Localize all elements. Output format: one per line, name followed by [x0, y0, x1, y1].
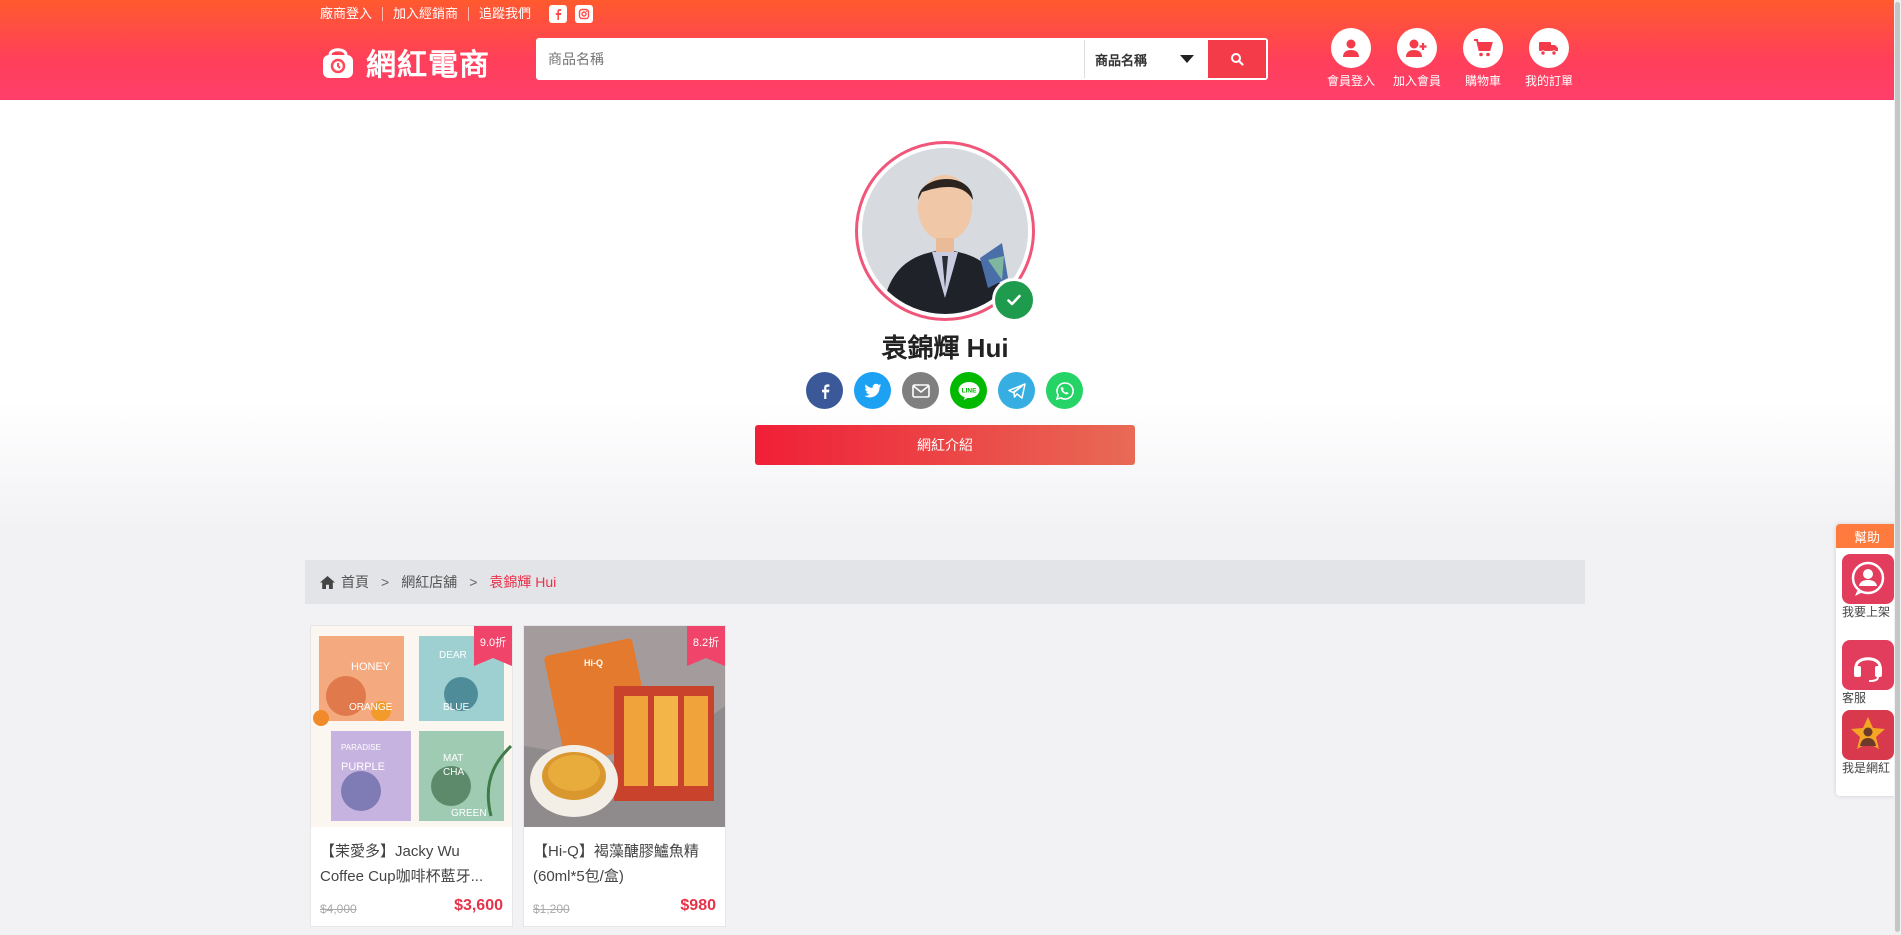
- list-product-label: 我要上架: [1842, 605, 1891, 619]
- my-orders-label: 我的訂單: [1524, 74, 1573, 88]
- logo-text: 網紅電商: [366, 49, 490, 82]
- home-icon: [320, 575, 335, 589]
- image-text-green: GREEN: [451, 808, 487, 819]
- line-icon[interactable]: LINE: [950, 372, 987, 409]
- verified-check-icon: [992, 278, 1036, 322]
- telegram-icon[interactable]: [998, 372, 1035, 409]
- product-original-price: $4,000: [320, 902, 357, 916]
- image-text-mat: MAT: [443, 753, 463, 764]
- help-sidebar: 幫助 我要上架 客服 我是網紅: [1836, 524, 1898, 796]
- i-am-influencer-button[interactable]: 我是網紅: [1842, 710, 1894, 775]
- breadcrumb-home[interactable]: 首頁: [341, 572, 369, 592]
- breadcrumb: 首頁 > 網紅店舖 > 袁錦輝 Hui: [305, 560, 1585, 604]
- profile-name: 袁錦輝 Hui: [881, 333, 1009, 363]
- image-text-blue: BLUE: [443, 702, 469, 713]
- facebook-icon[interactable]: [806, 372, 843, 409]
- search-bar: 商品名稱: [536, 38, 1268, 80]
- facebook-icon[interactable]: [549, 5, 568, 23]
- instagram-icon[interactable]: [575, 5, 594, 23]
- whatsapp-icon[interactable]: [1046, 372, 1083, 409]
- search-category-value: 商品名稱: [1095, 52, 1148, 68]
- twitter-icon[interactable]: [854, 372, 891, 409]
- top-links: 廠商登入 加入經銷商 追蹤我們: [320, 4, 594, 24]
- site-logo[interactable]: 網紅電商: [320, 40, 490, 84]
- product-title[interactable]: 【Hi-Q】褐藻醣膠鱸魚精(60ml*5包/盒): [533, 839, 719, 887]
- join-member-label: 加入會員: [1392, 74, 1441, 88]
- i-am-influencer-label: 我是網紅: [1842, 761, 1891, 775]
- user-icon: [1331, 28, 1371, 68]
- search-input[interactable]: [538, 40, 1084, 78]
- svg-text:LINE: LINE: [961, 387, 976, 394]
- user-plus-icon: [1397, 28, 1437, 68]
- scrollbar-thumb[interactable]: [1895, 2, 1900, 932]
- image-text-purple: PURPLE: [341, 761, 385, 773]
- help-title: 幫助: [1836, 524, 1898, 548]
- search-icon: [1231, 53, 1244, 66]
- join-member-button[interactable]: 加入會員: [1384, 28, 1450, 89]
- breadcrumb-separator: >: [469, 574, 478, 590]
- member-login-label: 會員登入: [1326, 74, 1375, 88]
- breadcrumb-current: 袁錦輝 Hui: [489, 574, 557, 590]
- site-header: 廠商登入 加入經銷商 追蹤我們 網紅電商 商品名稱 商品名稱 會員登入 加入會員…: [0, 0, 1901, 100]
- search-category-select[interactable]: 商品名稱: [1084, 40, 1208, 78]
- image-text-honey: HONEY: [351, 661, 391, 673]
- vendor-login-link[interactable]: 廠商登入: [320, 7, 384, 21]
- cart-button[interactable]: 購物車: [1450, 28, 1516, 89]
- header-actions: 會員登入 加入會員 購物車 我的訂單: [1318, 28, 1582, 89]
- influencer-intro-button[interactable]: 網紅介紹: [755, 425, 1135, 465]
- user-chat-icon: [1842, 554, 1894, 604]
- shopping-bag-logo-icon: [323, 48, 353, 78]
- member-login-button[interactable]: 會員登入: [1318, 28, 1384, 89]
- product-card[interactable]: HONEY ORANGE DEAR BLUE PARADISE PURPLE M…: [310, 625, 513, 927]
- image-text-cha: CHA: [443, 767, 464, 778]
- image-text-orange: ORANGE: [349, 702, 393, 713]
- product-card[interactable]: Hi-Q 8.2折 【Hi-Q】褐藻醣膠鱸魚精(60ml*5包/盒) $1,20…: [523, 625, 726, 927]
- list-product-button[interactable]: 我要上架: [1842, 554, 1894, 619]
- product-price: $3,600: [454, 897, 503, 914]
- my-orders-button[interactable]: 我的訂單: [1516, 28, 1582, 89]
- customer-service-button[interactable]: 客服: [1842, 640, 1894, 705]
- image-text-brand: Hi-Q: [584, 658, 603, 668]
- image-text-dear: DEAR: [439, 650, 467, 661]
- product-title[interactable]: 【茉愛多】Jacky Wu Coffee Cup咖啡杯藍牙...: [320, 839, 506, 887]
- headset-icon: [1842, 640, 1894, 690]
- breadcrumb-separator: >: [381, 574, 390, 590]
- customer-service-label: 客服: [1842, 691, 1867, 705]
- truck-icon: [1529, 28, 1569, 68]
- breadcrumb-shops[interactable]: 網紅店舖: [401, 572, 457, 592]
- image-text-paradise: PARADISE: [341, 743, 381, 752]
- caret-down-icon: [1180, 55, 1194, 63]
- follow-us-label: 追蹤我們: [479, 6, 532, 21]
- star-person-icon: [1842, 710, 1894, 760]
- social-share-links: LINE: [806, 372, 1094, 409]
- cart-label: 購物車: [1464, 74, 1501, 88]
- join-distributor-link[interactable]: 加入經銷商: [383, 7, 470, 21]
- search-button[interactable]: [1208, 40, 1266, 78]
- cart-icon: [1463, 28, 1503, 68]
- email-icon[interactable]: [902, 372, 939, 409]
- product-original-price: $1,200: [533, 902, 570, 916]
- product-price: $980: [680, 897, 716, 914]
